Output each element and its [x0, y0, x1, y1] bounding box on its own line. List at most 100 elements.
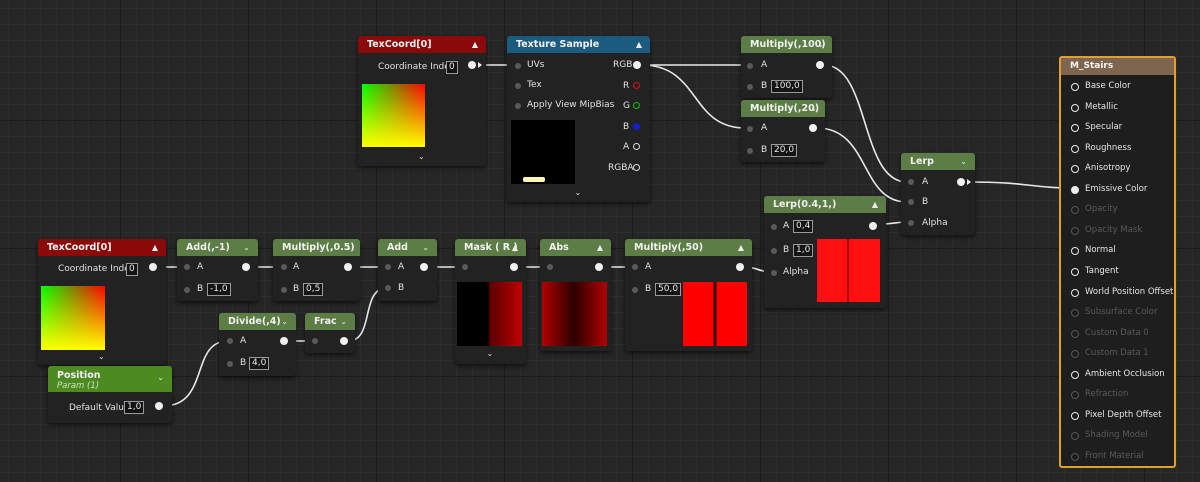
tex-pin[interactable] [515, 83, 521, 89]
texture-sample-node[interactable]: Texture Sample ▲ UVs Tex Apply View MipBi… [507, 36, 650, 202]
a-pin[interactable] [385, 264, 391, 270]
node-header[interactable]: Multiply(,50) ▲ [625, 239, 752, 256]
a-pin[interactable] [747, 126, 753, 132]
input-pin[interactable] [462, 264, 468, 270]
chevron-down-icon[interactable]: ⌄ [487, 349, 494, 358]
input-pin-icon[interactable] [1071, 288, 1079, 297]
b-pin[interactable] [908, 199, 914, 205]
chevron-down-icon[interactable]: ⌄ [422, 239, 429, 256]
a-pin[interactable] [747, 63, 753, 69]
b-pin[interactable] [771, 248, 777, 254]
chevron-down-icon[interactable]: ⌄ [575, 188, 582, 197]
material-result-node[interactable]: M_Stairs Base Color Metallic Specular Rough… [1059, 56, 1176, 468]
output-pin-icon[interactable] [736, 263, 744, 271]
abs-node[interactable]: Abs ▲ [540, 239, 611, 351]
frac-node[interactable]: Frac ⌄ [305, 313, 355, 353]
input-pin-icon[interactable] [1071, 83, 1079, 91]
chevron-up-icon[interactable]: ▲ [512, 239, 518, 256]
b-value-field[interactable]: 100,0 [771, 80, 803, 93]
coordinate-index-field[interactable]: 0 [446, 61, 458, 74]
add-neg1-node[interactable]: Add(,-1) ⌄ A B -1,0 [177, 239, 258, 301]
lerp-04-node[interactable]: Lerp(0.4,1,) ▲ A 0,4 B 1,0 Alpha [764, 196, 886, 308]
b-value-field[interactable]: 4,0 [249, 357, 270, 370]
a-pin[interactable] [281, 264, 287, 270]
default-value-field[interactable]: 1,0 [124, 401, 145, 414]
output-pin-icon[interactable] [242, 263, 250, 271]
a-pin[interactable] [908, 179, 914, 185]
b-value-field[interactable]: 20,0 [771, 144, 798, 157]
b-pin[interactable] [385, 285, 391, 291]
output-pin-icon[interactable] [816, 61, 824, 69]
chevron-down-icon[interactable]: ⌄ [418, 152, 425, 161]
a-pin[interactable] [227, 338, 233, 344]
output-pin-icon[interactable] [468, 61, 476, 69]
a-pin[interactable] [632, 264, 638, 270]
a-pin-icon[interactable] [633, 143, 640, 150]
chevron-down-icon[interactable]: ⌄ [281, 313, 288, 330]
coordinate-index-field[interactable]: 0 [126, 263, 138, 276]
chevron-down-icon[interactable]: ⌄ [817, 36, 824, 53]
alpha-pin[interactable] [771, 270, 777, 276]
multiply-50-node[interactable]: Multiply(,50) ▲ A B 50,0 [625, 239, 752, 351]
r-pin-icon[interactable] [633, 82, 640, 89]
node-header[interactable]: Texture Sample ▲ [507, 36, 650, 53]
g-pin-icon[interactable] [633, 102, 640, 109]
output-pin-icon[interactable] [280, 337, 288, 345]
node-header[interactable]: Add ⌄ [378, 239, 437, 256]
output-pin-icon[interactable] [633, 61, 641, 69]
chevron-down-icon[interactable]: ⌄ [810, 100, 817, 117]
input-pin-icon[interactable] [1071, 165, 1079, 174]
alpha-pin[interactable] [908, 220, 914, 226]
node-header[interactable]: Frac ⌄ [305, 313, 355, 330]
node-header[interactable]: Mask ( R ) ▲ [455, 239, 526, 256]
output-pin-icon[interactable] [155, 402, 163, 410]
node-header[interactable]: Add(,-1) ⌄ [177, 239, 258, 256]
chevron-down-icon[interactable]: ⌄ [340, 313, 347, 330]
chevron-down-icon[interactable]: ⌄ [157, 373, 164, 382]
b-value-field[interactable]: 50,0 [655, 283, 682, 296]
mipbias-pin[interactable] [515, 103, 521, 109]
add-node[interactable]: Add ⌄ A B [378, 239, 437, 301]
node-header[interactable]: Abs ▲ [540, 239, 611, 256]
mask-r-node[interactable]: Mask ( R ) ▲ ⌄ [455, 239, 526, 364]
chevron-up-icon[interactable]: ▲ [872, 196, 878, 213]
b-pin[interactable] [747, 148, 753, 154]
output-pin-icon[interactable] [809, 124, 817, 132]
chevron-up-icon[interactable]: ▲ [472, 36, 478, 53]
input-pin-icon[interactable] [1071, 267, 1079, 276]
input-pin[interactable] [547, 264, 553, 270]
input-pin-icon[interactable] [1071, 247, 1079, 256]
input-pin-icon[interactable] [1071, 411, 1079, 420]
b-value-field[interactable]: -1,0 [207, 283, 231, 296]
b-value-field[interactable]: 0,5 [303, 283, 324, 296]
node-header[interactable]: Multiply(,0.5) ⌄ [273, 239, 360, 256]
a-pin[interactable] [771, 224, 777, 230]
lerp-node[interactable]: Lerp ⌄ A B Alpha [901, 153, 975, 235]
result-node-title[interactable]: M_Stairs [1061, 58, 1174, 75]
node-header[interactable]: Lerp ⌄ [901, 153, 975, 170]
texcoord-node-top[interactable]: TexCoord[0] ▲ Coordinate Index 0 ⌄ [358, 36, 486, 166]
input-pin-icon[interactable] [1071, 370, 1079, 379]
output-pin-icon[interactable] [869, 222, 877, 230]
chevron-up-icon[interactable]: ▲ [636, 36, 642, 53]
node-header[interactable]: TexCoord[0] ▲ [358, 36, 486, 53]
chevron-down-icon[interactable]: ⌄ [98, 352, 105, 361]
output-pin-icon[interactable] [510, 263, 518, 271]
node-header[interactable]: TexCoord[0] ▲ [38, 239, 166, 256]
b-pin[interactable] [281, 287, 287, 293]
chevron-down-icon[interactable]: ⌄ [243, 239, 250, 256]
node-header[interactable]: Multiply(,100) ⌄ [741, 36, 832, 53]
node-header[interactable]: Divide(,4) ⌄ [219, 313, 296, 330]
output-pin-icon[interactable] [595, 263, 603, 271]
chevron-up-icon[interactable]: ▲ [738, 239, 744, 256]
input-pin-icon[interactable] [1071, 103, 1079, 112]
position-param-node[interactable]: Position Param (1) ⌄ Default Value 1,0 [48, 366, 172, 423]
b-pin[interactable] [184, 287, 190, 293]
multiply-20-node[interactable]: Multiply(,20) ⌄ A B 20,0 [741, 100, 825, 162]
b-pin[interactable] [227, 361, 233, 367]
b-pin[interactable] [747, 84, 753, 90]
uvs-pin[interactable] [515, 63, 521, 69]
output-pin-icon[interactable] [149, 263, 157, 271]
output-pin-icon[interactable] [420, 263, 428, 271]
node-header[interactable]: Lerp(0.4,1,) ▲ [764, 196, 886, 213]
